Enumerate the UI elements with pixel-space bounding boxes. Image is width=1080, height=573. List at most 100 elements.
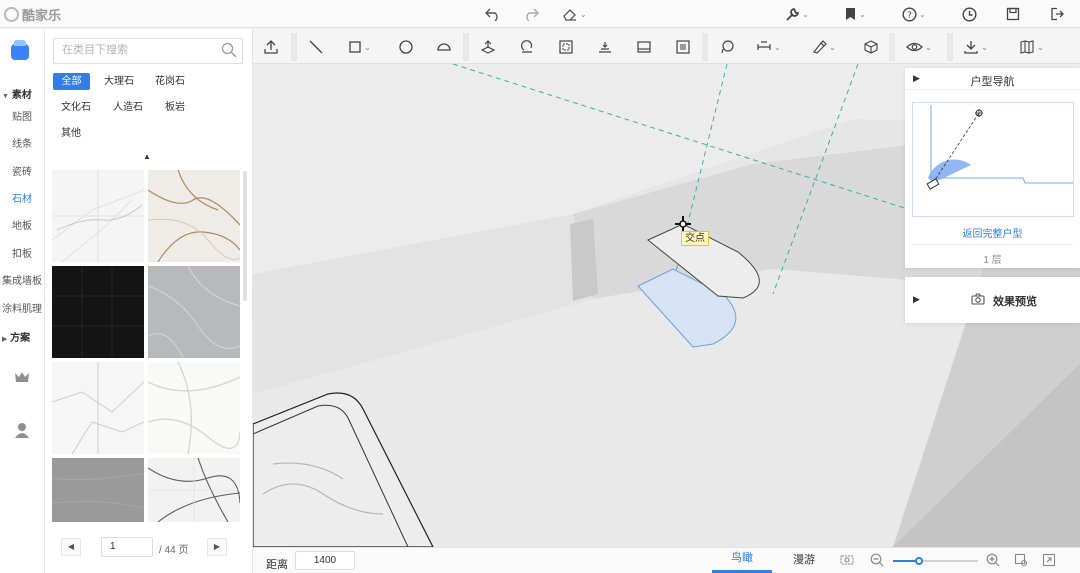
- section-button[interactable]: [636, 37, 652, 57]
- zoom-slider[interactable]: [893, 557, 978, 565]
- search-box[interactable]: [53, 38, 243, 64]
- panel-toggle-icon[interactable]: ▶: [913, 294, 920, 305]
- app-name: 酷家乐: [22, 7, 62, 23]
- undo-button[interactable]: [485, 4, 501, 24]
- rail-item-textures[interactable]: 贴图: [0, 108, 44, 123]
- panel-scrollbar[interactable]: [243, 171, 247, 301]
- minimap[interactable]: [912, 102, 1074, 217]
- chip-slate[interactable]: 板岩: [159, 99, 191, 116]
- offset-button[interactable]: [558, 37, 574, 57]
- book-icon: [1020, 40, 1034, 54]
- floor-selector[interactable]: 1 层: [905, 251, 1080, 266]
- fit-view-icon[interactable]: [1013, 553, 1029, 569]
- redo-button[interactable]: [523, 4, 539, 24]
- material-thumbnail[interactable]: [148, 362, 240, 454]
- crown-icon[interactable]: [13, 370, 31, 386]
- screenshot-camera-icon[interactable]: [839, 553, 855, 569]
- frame-button[interactable]: [675, 37, 691, 57]
- rail-item-flooring[interactable]: 地板: [0, 217, 44, 232]
- camera-icon: [971, 293, 985, 305]
- user-icon[interactable]: [13, 422, 31, 438]
- chip-marble[interactable]: 大理石: [99, 73, 139, 90]
- render-preview-panel[interactable]: ▶ 效果预览: [905, 277, 1080, 323]
- wrench-icon: [786, 7, 800, 21]
- material-panel: 全部 大理石 花岗石 文化石 人造石 板岩 其他 ▲ ◀ 1 / 44 页 ▶: [45, 29, 253, 573]
- zoom-out-icon[interactable]: [869, 553, 885, 569]
- line-tool-button[interactable]: [308, 37, 324, 57]
- chevron-down-icon: ⌄: [981, 42, 988, 52]
- collapse-up-icon[interactable]: ▲: [143, 152, 151, 161]
- chevron-down-icon: ⌄: [859, 9, 866, 19]
- rail-item-lines[interactable]: 线条: [0, 135, 44, 150]
- material-thumbnail[interactable]: [148, 170, 240, 262]
- rotate-button[interactable]: [519, 37, 535, 57]
- next-page-button[interactable]: ▶: [207, 538, 227, 556]
- align-button[interactable]: [597, 37, 613, 57]
- material-thumbnail[interactable]: [52, 458, 144, 522]
- material-thumbnail[interactable]: [52, 362, 144, 454]
- fullscreen-icon[interactable]: [1041, 553, 1057, 569]
- search-input[interactable]: [62, 44, 212, 56]
- history-button[interactable]: [962, 4, 977, 24]
- library-menu[interactable]: ⌄: [1019, 37, 1044, 57]
- exit-button[interactable]: [1050, 4, 1065, 24]
- cube-button[interactable]: [863, 37, 879, 57]
- push-pull-button[interactable]: [480, 37, 496, 57]
- bookmark-menu[interactable]: ⌄: [844, 4, 866, 24]
- chip-other[interactable]: 其他: [55, 125, 87, 142]
- rail-item-paint-texture[interactable]: 涂料肌理: [0, 300, 44, 315]
- rail-item-stone[interactable]: 石材: [0, 190, 44, 205]
- eraser-icon: [563, 9, 576, 21]
- chip-artificial-stone[interactable]: 人造石: [107, 99, 149, 116]
- chip-granite[interactable]: 花岗石: [150, 73, 190, 90]
- distance-input[interactable]: 1400: [295, 551, 355, 570]
- arc-tool-icon: [437, 43, 451, 51]
- page-input[interactable]: 1: [101, 537, 153, 557]
- material-thumbnail[interactable]: [148, 458, 240, 522]
- eraser-button[interactable]: ⌄: [562, 4, 587, 24]
- visibility-menu[interactable]: ⌄: [906, 37, 932, 57]
- toolbar-separator: [889, 33, 895, 61]
- chevron-down-icon: ⌄: [802, 9, 809, 19]
- rail-group-solutions[interactable]: ▶ 方案: [2, 329, 30, 344]
- zoom-in-icon[interactable]: [985, 553, 1001, 569]
- arc-tool-button[interactable]: [436, 37, 452, 57]
- tab-birds-eye[interactable]: 鸟瞰: [712, 548, 772, 573]
- material-thumbnail[interactable]: [148, 266, 240, 358]
- prev-page-button[interactable]: ◀: [61, 538, 81, 556]
- search-icon[interactable]: [221, 42, 237, 58]
- help-menu[interactable]: ? ⌄: [902, 4, 926, 24]
- material-thumbnail[interactable]: [52, 266, 144, 358]
- snap-tooltip: 交点: [681, 231, 709, 246]
- rail-item-ceiling-panels[interactable]: 扣板: [0, 245, 44, 260]
- lasso-button[interactable]: [719, 37, 735, 57]
- rectangle-tool-button[interactable]: ⌄: [348, 37, 371, 57]
- bookmark-icon: [846, 8, 855, 20]
- chevron-down-icon: ⌄: [925, 42, 932, 52]
- rail-item-tiles[interactable]: 瓷砖: [0, 163, 44, 178]
- chevron-down-icon: ⌄: [364, 42, 371, 52]
- help-icon: ?: [902, 6, 917, 22]
- brush-menu[interactable]: ⌄: [811, 37, 836, 57]
- download-menu[interactable]: ⌄: [963, 37, 988, 57]
- tools-menu[interactable]: ⌄: [785, 4, 809, 24]
- home-icon[interactable]: [11, 40, 29, 60]
- rail-group-materials[interactable]: ▼ 素材: [2, 86, 32, 101]
- rail-item-wall-panels[interactable]: 集成墙板: [0, 272, 44, 287]
- toolbar-separator: [702, 33, 708, 61]
- chip-culture-stone[interactable]: 文化石: [55, 99, 97, 116]
- upload-button[interactable]: [263, 37, 279, 57]
- save-button[interactable]: [1006, 4, 1020, 24]
- bottom-bar: 距离 1400 鸟瞰 漫游: [253, 547, 1080, 573]
- circle-tool-button[interactable]: [398, 37, 414, 57]
- history-icon: [962, 6, 977, 22]
- tab-walkthrough[interactable]: 漫游: [774, 548, 834, 573]
- material-thumbnail[interactable]: [52, 170, 144, 262]
- return-full-plan-link[interactable]: 返回完整户型: [905, 225, 1080, 240]
- toolbar-separator: [463, 33, 469, 61]
- app-logo[interactable]: 酷家乐: [4, 5, 61, 23]
- dimension-icon: [757, 41, 771, 50]
- zoom-slider-handle[interactable]: [914, 557, 923, 565]
- dimension-menu[interactable]: ⌄: [756, 37, 781, 57]
- chip-all[interactable]: 全部: [53, 73, 90, 90]
